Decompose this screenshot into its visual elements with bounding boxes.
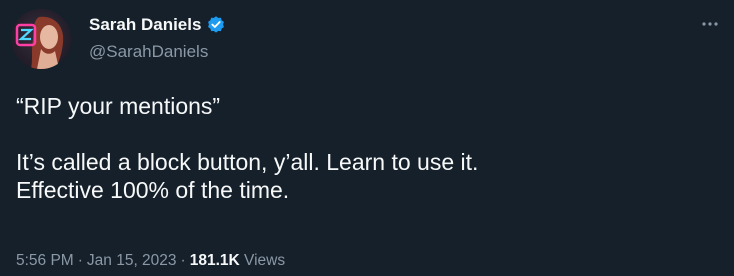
tweet-text-line-1: “RIP your mentions” <box>16 93 221 119</box>
avatar[interactable] <box>11 9 71 69</box>
more-options-button[interactable] <box>700 14 720 34</box>
author-name[interactable]: Sarah Daniels <box>89 15 201 35</box>
views-count: 181.1K <box>189 252 240 269</box>
views-label: Views <box>244 252 286 269</box>
tweet-meta: 5:56 PM · Jan 15, 2023 · 181.1K Views <box>16 252 285 270</box>
author-name-row[interactable]: Sarah Daniels <box>89 15 226 35</box>
meta-separator: · <box>180 252 186 269</box>
tweet-card: Sarah Daniels @SarahDaniels “RIP your me… <box>0 0 734 276</box>
tweet-date[interactable]: Jan 15, 2023 <box>87 252 177 269</box>
author-handle[interactable]: @SarahDaniels <box>89 42 208 62</box>
meta-separator: · <box>77 252 83 269</box>
avatar-icon <box>11 9 71 69</box>
tweet-time[interactable]: 5:56 PM <box>16 252 74 269</box>
tweet-text-line-3: Effective 100% of the time. <box>16 177 290 203</box>
tweet-text-line-2: It’s called a block button, y’all. Learn… <box>16 149 479 175</box>
tweet-text: “RIP your mentions” It’s called a block … <box>16 92 716 204</box>
more-horizontal-icon <box>702 22 718 26</box>
verified-badge-icon <box>206 15 226 35</box>
